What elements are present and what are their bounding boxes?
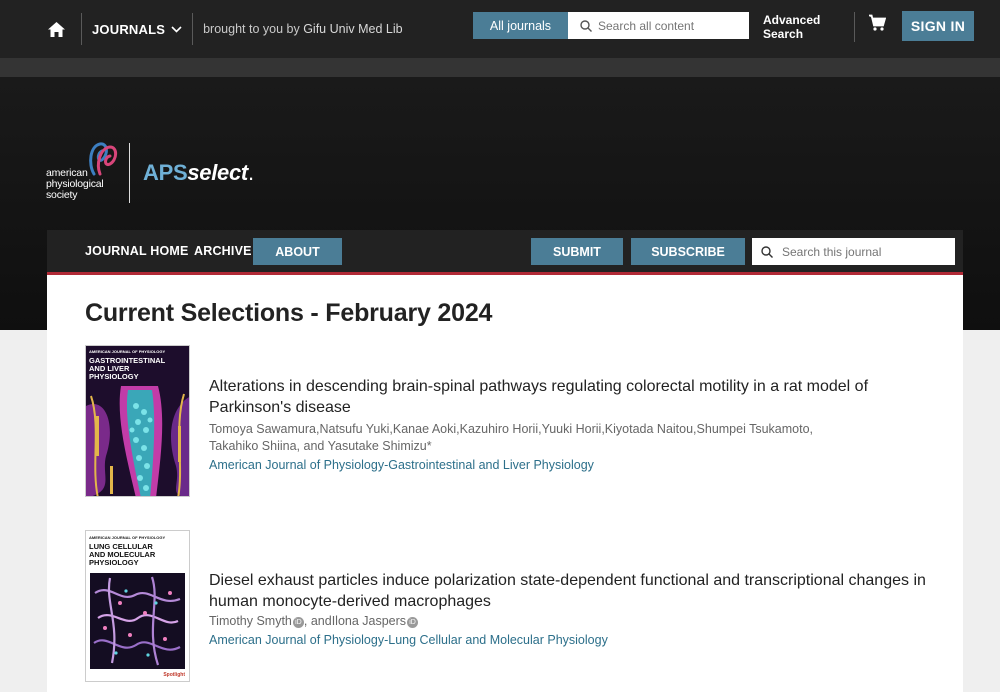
- all-journals-dropdown[interactable]: All journals: [473, 12, 568, 39]
- journal-search[interactable]: [752, 238, 955, 265]
- journal-search-input[interactable]: [782, 244, 922, 259]
- subscribe-button[interactable]: SUBSCRIBE: [631, 238, 745, 265]
- article-text: Alterations in descending brain-spinal p…: [209, 376, 935, 472]
- cover-title-line3: PHYSIOLOGY: [89, 372, 139, 381]
- article-title-link[interactable]: Alterations in descending brain-spinal p…: [209, 376, 935, 418]
- home-button[interactable]: [31, 0, 81, 58]
- journal-cover-image[interactable]: AMERICAN JOURNAL OF PHYSIOLOGY LUNG CELL…: [85, 530, 190, 682]
- journal-cover-image[interactable]: AMERICAN JOURNAL OF PHYSIOLOGY GASTROINT…: [85, 345, 190, 497]
- article-journal-link[interactable]: American Journal of Physiology-Gastroint…: [209, 458, 935, 472]
- article-title-link[interactable]: Diesel exhaust particles induce polariza…: [209, 570, 935, 612]
- journals-label: JOURNALS: [92, 21, 166, 37]
- article-text: Diesel exhaust particles induce polariza…: [209, 570, 935, 647]
- institution-access: brought to you by Gifu Univ Med Lib: [193, 22, 402, 36]
- chevron-down-icon: [171, 25, 182, 33]
- orcid-icon[interactable]: iD: [292, 617, 304, 628]
- product-dot: .: [247, 160, 254, 185]
- cover-header: AMERICAN JOURNAL OF PHYSIOLOGY: [89, 535, 166, 540]
- article-authors: Tomoya Sawamura,Natsufu Yuki,Kanae Aoki,…: [209, 421, 935, 455]
- cover-title-line3: PHYSIOLOGY: [89, 558, 139, 567]
- authors-line1[interactable]: Tomoya Sawamura,Natsufu Yuki,Kanae Aoki,…: [209, 421, 935, 438]
- brought-prefix: brought to you by: [203, 22, 300, 36]
- author-link[interactable]: Ilona Jaspers: [332, 614, 406, 628]
- apsselect-logo[interactable]: APSselect.: [143, 160, 254, 186]
- cart-icon: [869, 14, 887, 31]
- product-aps: APS: [143, 160, 188, 185]
- journal-home-link[interactable]: JOURNAL HOME: [85, 244, 189, 258]
- authors-line2[interactable]: Takahiko Shiina, and Yasutake Shimizu*: [209, 438, 935, 455]
- home-icon: [47, 21, 65, 37]
- advanced-line1: Advanced: [763, 13, 821, 27]
- article-journal-link[interactable]: American Journal of Physiology-Lung Cell…: [209, 633, 935, 647]
- aps-society-logo[interactable]: american physiological society: [46, 140, 126, 206]
- cover-header: AMERICAN JOURNAL OF PHYSIOLOGY: [89, 349, 166, 354]
- journals-menu[interactable]: JOURNALS: [82, 22, 192, 37]
- about-tab[interactable]: ABOUT: [253, 238, 342, 265]
- article-authors: Timothy Smyth iD, andIlona Jaspers iD: [209, 613, 935, 630]
- search-icon: [761, 245, 773, 258]
- author-link[interactable]: Timothy Smyth: [209, 614, 292, 628]
- product-select: select: [187, 160, 248, 185]
- logo-divider: [129, 143, 130, 203]
- archive-link[interactable]: ARCHIVE: [194, 244, 252, 258]
- advanced-search-link[interactable]: Advanced Search: [763, 13, 820, 41]
- advanced-line2: Search: [763, 27, 804, 41]
- society-name: american physiological society: [46, 168, 104, 201]
- global-search-input[interactable]: [598, 18, 738, 33]
- institution-name: Gifu Univ Med Lib: [303, 22, 403, 36]
- search-icon: [580, 19, 592, 32]
- global-search[interactable]: [568, 12, 749, 39]
- submit-button[interactable]: SUBMIT: [531, 238, 623, 265]
- cover-title: LUNG CELLULAR AND MOLECULAR PHYSIOLOGY: [89, 543, 155, 567]
- cart-button[interactable]: [868, 14, 887, 37]
- secondary-strip: [0, 58, 1000, 77]
- cover-artwork: [90, 573, 185, 669]
- society-line3: society: [46, 189, 78, 201]
- sign-in-button[interactable]: SIGN IN: [902, 11, 974, 41]
- cover-badge: Spotlight: [163, 672, 185, 678]
- orcid-icon[interactable]: iD: [407, 617, 419, 628]
- cover-title: GASTROINTESTINAL AND LIVER PHYSIOLOGY: [89, 357, 165, 381]
- journal-nav: JOURNAL HOME ARCHIVE ABOUT SUBMIT SUBSCR…: [47, 230, 963, 272]
- main-content: Current Selections - February 2024 AMERI…: [47, 275, 963, 692]
- divider: [854, 12, 855, 42]
- author-separator: , and: [303, 614, 332, 628]
- page-title: Current Selections - February 2024: [85, 299, 493, 327]
